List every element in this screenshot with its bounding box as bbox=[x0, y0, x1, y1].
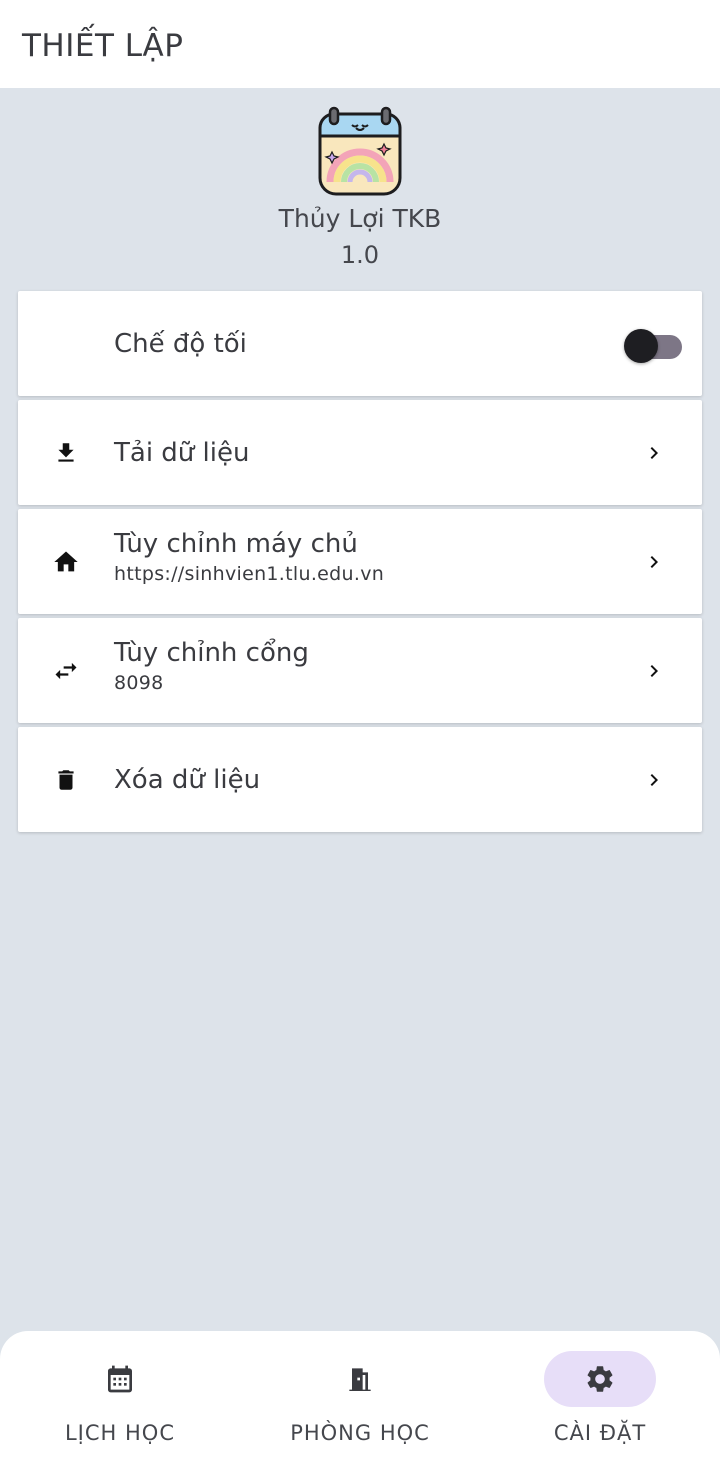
page-title: THIẾT LẬP bbox=[22, 28, 184, 64]
download-data-label: Tải dữ liệu bbox=[114, 437, 250, 468]
home-icon bbox=[50, 546, 82, 578]
port-setting[interactable]: Tùy chỉnh cổng 8098 bbox=[18, 618, 702, 723]
nav-item-schedule[interactable]: LỊCH HỌC bbox=[0, 1351, 240, 1461]
download-data-setting[interactable]: Tải dữ liệu bbox=[18, 400, 702, 505]
port-value: 8098 bbox=[114, 672, 164, 694]
calendar-icon bbox=[108, 1365, 132, 1393]
nav-label-rooms: PHÒNG HỌC bbox=[290, 1421, 430, 1445]
trash-icon bbox=[50, 764, 82, 796]
app-name: Thủy Lợi TKB bbox=[278, 204, 442, 233]
server-label: Tùy chỉnh máy chủ bbox=[114, 529, 358, 559]
server-value: https://sinhvien1.tlu.edu.vn bbox=[114, 563, 385, 585]
chevron-right-icon bbox=[650, 773, 658, 786]
moon-icon bbox=[50, 328, 82, 360]
nav-label-schedule: LỊCH HỌC bbox=[64, 1421, 175, 1445]
door-icon bbox=[349, 1368, 371, 1391]
chevron-right-icon bbox=[650, 446, 658, 459]
port-label: Tùy chỉnh cổng bbox=[114, 638, 309, 668]
download-icon bbox=[50, 437, 82, 469]
nav-label-settings: CÀI ĐẶT bbox=[553, 1421, 647, 1445]
dark-mode-label: Chế độ tối bbox=[114, 328, 247, 359]
top-app-bar: THIẾT LẬP bbox=[0, 0, 720, 88]
bottom-navigation: LỊCH HỌC PHÒNG HỌC CÀI ĐẶT bbox=[0, 1331, 720, 1471]
dark-mode-toggle[interactable] bbox=[624, 326, 684, 363]
app-version: 1.0 bbox=[340, 241, 380, 269]
dark-mode-setting[interactable]: Chế độ tối bbox=[18, 291, 702, 396]
clear-data-setting[interactable]: Xóa dữ liệu bbox=[18, 727, 702, 832]
chevron-right-icon bbox=[650, 664, 658, 677]
nav-item-rooms[interactable]: PHÒNG HỌC bbox=[240, 1351, 480, 1461]
server-setting[interactable]: Tùy chỉnh máy chủ https://sinhvien1.tlu.… bbox=[18, 509, 702, 614]
clear-data-label: Xóa dữ liệu bbox=[114, 764, 261, 795]
nav-item-settings[interactable]: CÀI ĐẶT bbox=[480, 1351, 720, 1461]
gear-icon bbox=[587, 1366, 613, 1392]
app-info: Thủy Lợi TKB 1.0 bbox=[0, 106, 720, 270]
app-logo-icon bbox=[318, 106, 402, 196]
swap-arrows-icon bbox=[50, 655, 82, 687]
chevron-right-icon bbox=[650, 555, 658, 568]
